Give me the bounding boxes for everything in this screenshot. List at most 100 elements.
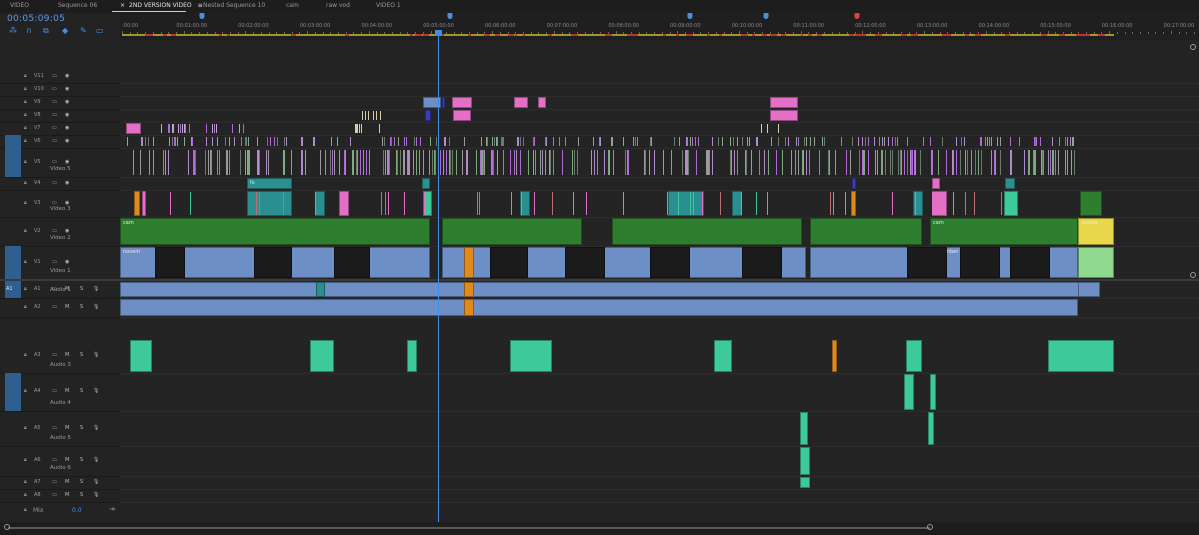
thin-clip[interactable] — [430, 137, 431, 146]
thin-clip[interactable] — [1052, 150, 1053, 175]
thin-clip[interactable] — [1029, 150, 1030, 175]
thin-clip[interactable] — [1028, 150, 1029, 175]
timeline-clip[interactable] — [315, 191, 325, 216]
thin-clip[interactable] — [877, 150, 878, 175]
thin-clip[interactable] — [778, 137, 779, 146]
thin-clip[interactable] — [674, 137, 675, 146]
thin-clip[interactable] — [594, 150, 595, 175]
track-lane-a4[interactable] — [120, 373, 1199, 412]
mute-button[interactable]: M — [65, 479, 69, 485]
thin-clip[interactable] — [649, 150, 650, 175]
thin-clip[interactable] — [737, 150, 738, 175]
thin-clip[interactable] — [613, 150, 614, 175]
thin-clip[interactable] — [663, 150, 664, 175]
thin-clip[interactable] — [314, 137, 315, 146]
thin-clip[interactable] — [693, 192, 694, 215]
tab-video-1[interactable]: VIDEO 1 — [376, 2, 401, 9]
thin-clip[interactable] — [907, 150, 908, 175]
thin-clip[interactable] — [971, 150, 972, 175]
thin-clip[interactable] — [416, 137, 417, 146]
thin-clip[interactable] — [974, 192, 975, 215]
thin-clip[interactable] — [912, 150, 913, 175]
thin-clip[interactable] — [690, 192, 691, 215]
thin-clip[interactable] — [552, 192, 553, 215]
thin-clip[interactable] — [627, 150, 628, 175]
thin-clip[interactable] — [756, 192, 757, 215]
thin-clip[interactable] — [376, 111, 377, 120]
thin-clip[interactable] — [1040, 137, 1041, 146]
microphone-icon[interactable]: 🎙︎ — [93, 286, 99, 292]
thin-clip[interactable] — [809, 150, 810, 175]
thin-clip[interactable] — [577, 150, 578, 175]
tab-nested-sequence-10[interactable]: Nested Sequence 10 — [203, 2, 265, 9]
microphone-icon[interactable]: 🎙︎ — [93, 492, 99, 498]
thin-clip[interactable] — [184, 124, 185, 133]
timeline-clip[interactable] — [316, 282, 325, 297]
thin-clip[interactable] — [956, 137, 957, 146]
timeline-clip[interactable] — [442, 218, 582, 245]
thin-clip[interactable] — [535, 150, 536, 175]
thin-clip[interactable] — [895, 137, 896, 146]
eye-icon[interactable]: ◉ — [65, 86, 69, 92]
thin-clip[interactable] — [416, 150, 417, 175]
sequence-marker[interactable] — [854, 13, 859, 19]
thin-clip[interactable] — [791, 150, 792, 175]
timeline-clip[interactable] — [714, 340, 732, 372]
thin-clip[interactable] — [798, 150, 799, 175]
thin-clip[interactable] — [644, 150, 645, 175]
timeline-clip[interactable] — [247, 191, 292, 216]
timeline-clip[interactable] — [520, 191, 530, 216]
thin-clip[interactable] — [216, 124, 217, 133]
timeline-clip[interactable] — [1010, 247, 1050, 278]
timeline-clip[interactable]: outrea — [1078, 218, 1114, 245]
track-target-v1[interactable] — [5, 246, 21, 279]
timeline-clip[interactable] — [453, 110, 471, 121]
thin-clip[interactable] — [806, 137, 807, 146]
thin-clip[interactable] — [733, 137, 734, 146]
sync-lock-icon[interactable]: ▭ — [52, 99, 57, 105]
thin-clip[interactable] — [920, 150, 921, 175]
thin-clip[interactable] — [930, 137, 931, 146]
lock-icon[interactable]: 🔒︎ — [24, 388, 27, 394]
thin-clip[interactable] — [1019, 137, 1020, 146]
thin-clip[interactable] — [975, 150, 976, 175]
sync-lock-icon[interactable]: ▭ — [52, 159, 57, 165]
lock-icon[interactable]: 🔒︎ — [24, 73, 27, 79]
snap-icon[interactable]: ∩ — [26, 27, 32, 35]
thin-clip[interactable] — [172, 137, 173, 146]
thin-clip[interactable] — [239, 124, 240, 133]
thin-clip[interactable] — [712, 137, 713, 146]
thin-clip[interactable] — [440, 150, 441, 175]
thin-clip[interactable] — [398, 137, 399, 146]
thin-clip[interactable] — [180, 124, 181, 133]
thin-clip[interactable] — [423, 150, 424, 175]
thin-clip[interactable] — [879, 137, 880, 146]
microphone-icon[interactable]: 🎙︎ — [93, 304, 99, 310]
thin-clip[interactable] — [369, 150, 370, 175]
thin-clip[interactable] — [892, 150, 893, 175]
thin-clip[interactable] — [277, 137, 278, 146]
playhead-line[interactable] — [438, 30, 439, 525]
thin-clip[interactable] — [487, 137, 488, 146]
eye-icon[interactable]: ◉ — [65, 73, 69, 79]
timeline-clip[interactable] — [120, 299, 1078, 316]
thin-clip[interactable] — [914, 150, 915, 175]
eye-icon[interactable]: ◉ — [65, 99, 69, 105]
thin-clip[interactable] — [404, 150, 405, 175]
thin-clip[interactable] — [497, 150, 498, 175]
thin-clip[interactable] — [174, 137, 175, 146]
thin-clip[interactable] — [510, 150, 511, 175]
timeline-clip[interactable] — [650, 247, 690, 278]
eye-icon[interactable]: ◉ — [65, 259, 69, 265]
thin-clip[interactable] — [163, 150, 164, 175]
lock-icon[interactable]: 🔒︎ — [24, 425, 27, 431]
thin-clip[interactable] — [493, 150, 494, 175]
microphone-icon[interactable]: 🎙︎ — [93, 352, 99, 358]
thin-clip[interactable] — [1052, 137, 1053, 146]
timeline-clip[interactable] — [130, 340, 152, 372]
thin-clip[interactable] — [865, 137, 866, 146]
solo-button[interactable]: S — [80, 388, 83, 394]
thin-clip[interactable] — [520, 150, 521, 175]
vscroll-handle-top[interactable] — [1190, 44, 1196, 50]
lock-icon[interactable]: 🔒︎ — [24, 125, 27, 131]
